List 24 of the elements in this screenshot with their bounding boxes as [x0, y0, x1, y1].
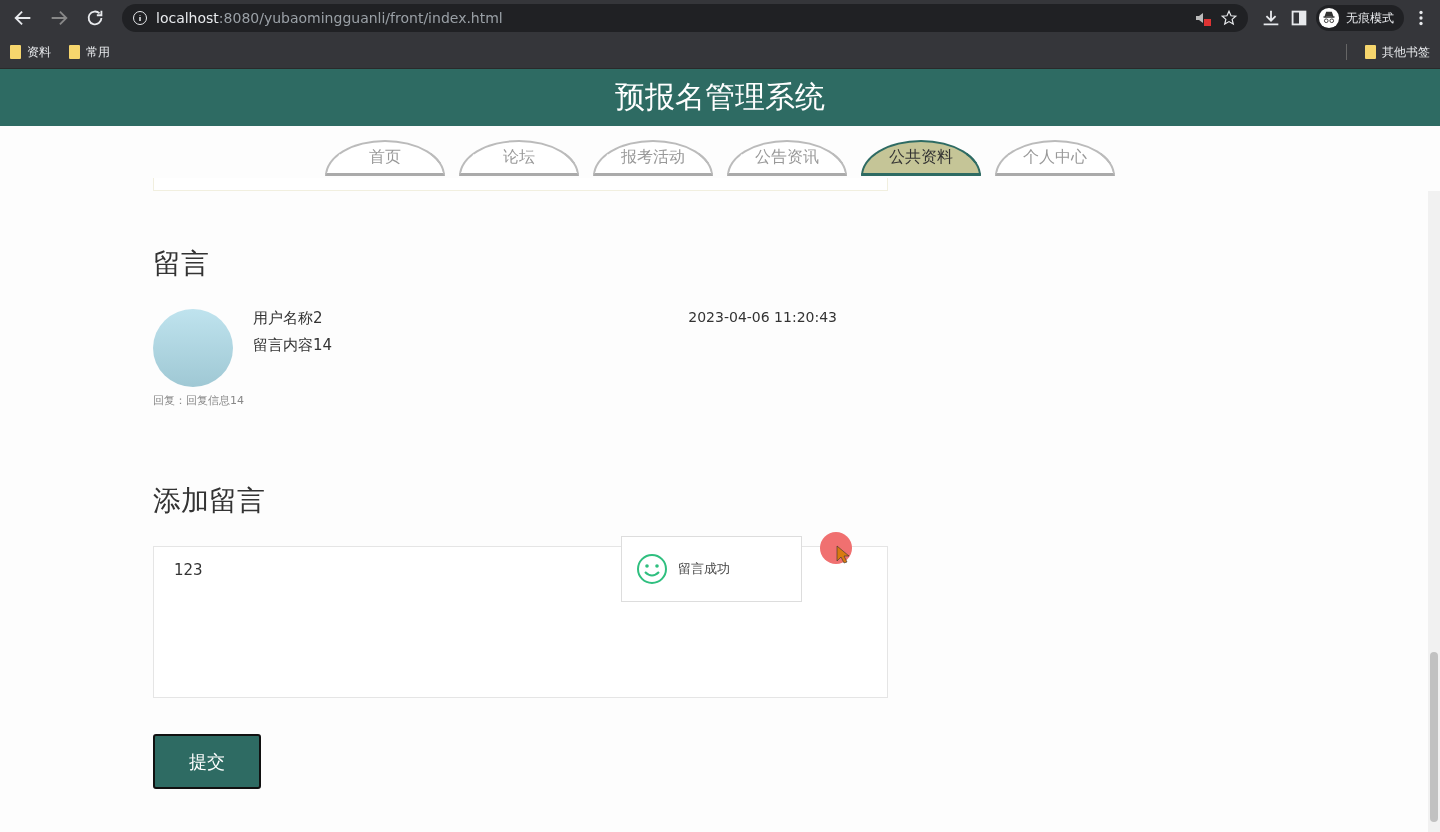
- nav-tab[interactable]: 公共资料: [861, 140, 981, 176]
- smiley-icon: [636, 553, 668, 585]
- address-bar[interactable]: localhost:8080/yubaomingguanli/front/index.html: [122, 4, 1248, 32]
- info-icon[interactable]: [132, 10, 148, 26]
- url-text: localhost:8080/yubaomingguanli/front/index.html: [156, 10, 503, 26]
- bookmark-folder[interactable]: 资料: [10, 43, 51, 61]
- bookmark-folder[interactable]: 其他书签: [1365, 43, 1430, 61]
- folder-icon: [1365, 45, 1376, 59]
- site-title: 预报名管理系统: [615, 78, 825, 116]
- incognito-icon: [1318, 7, 1340, 29]
- reply-text: 回复：回复信息14: [153, 393, 245, 408]
- user-name: 用户名称2: [253, 309, 324, 328]
- star-icon[interactable]: [1220, 9, 1238, 27]
- submit-button[interactable]: 提交: [153, 734, 261, 789]
- folder-icon: [10, 45, 21, 59]
- message-time: 2023-04-06 11:20:43: [688, 309, 837, 327]
- scrollbar[interactable]: [1428, 191, 1440, 832]
- toast-text: 留言成功: [678, 560, 730, 578]
- bookmark-folder[interactable]: 常用: [69, 43, 110, 61]
- incognito-profile-button[interactable]: 无痕模式: [1316, 5, 1404, 31]
- section-heading: 添加留言: [153, 483, 266, 519]
- message-text: 留言内容14: [253, 336, 334, 355]
- folder-icon: [69, 45, 80, 59]
- section-heading: 留言: [153, 246, 210, 282]
